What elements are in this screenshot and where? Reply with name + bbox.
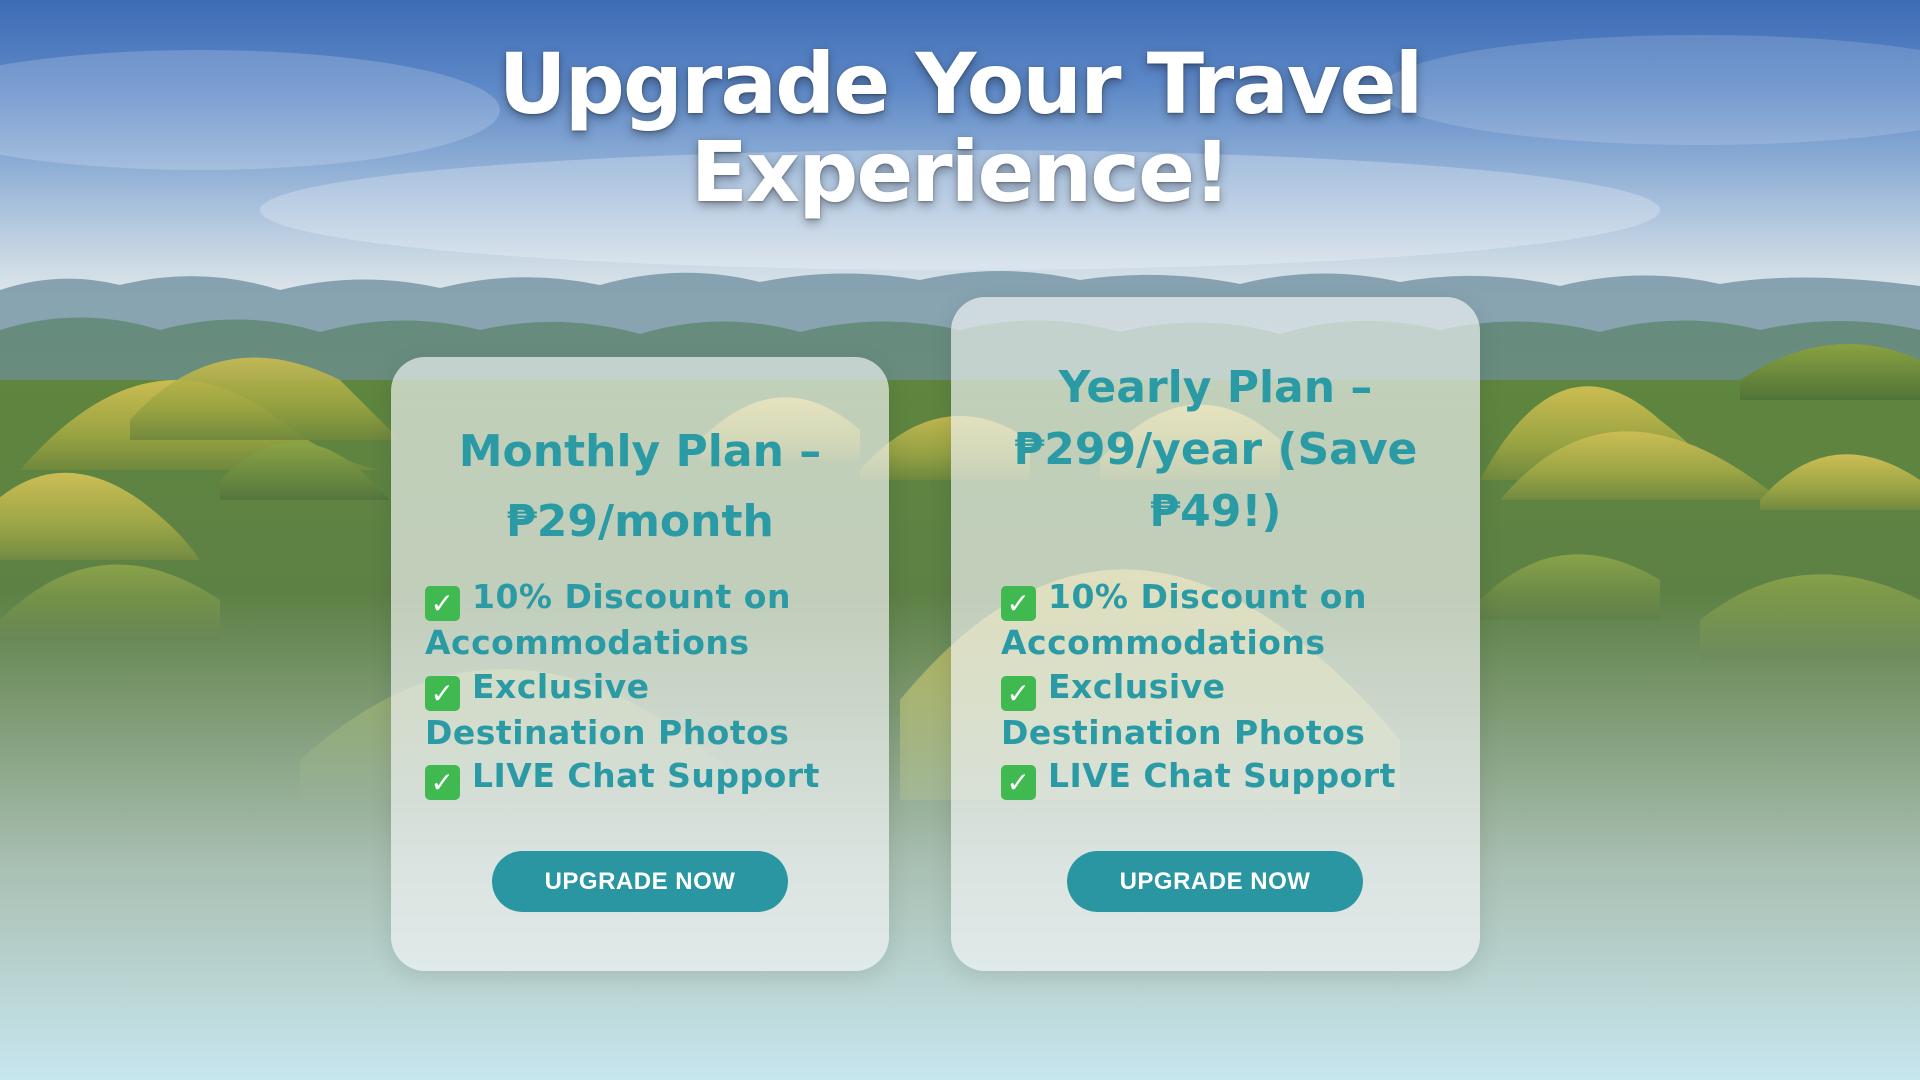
yearly-upgrade-button[interactable]: UPGRADE NOW [1067,851,1363,912]
yearly-plan-title-line1: Yearly Plan – [1058,362,1373,413]
feature-text: Exclusive [1048,666,1226,706]
yearly-plan-card: Yearly Plan – ₱299/year (Save ₱49!) ✓ 10%… [951,297,1480,971]
feature-text: Accommodations [1001,623,1326,662]
feature-text: Accommodations [425,623,750,662]
yearly-plan-price: ₱299/year (Save [1013,424,1418,475]
yearly-plan-savings: ₱49!) [1149,486,1282,537]
check-mark-icon: ✓ [425,765,460,800]
check-mark-icon: ✓ [1001,765,1036,800]
feature-text: LIVE Chat Support [472,756,820,795]
yearly-plan-title: Yearly Plan – ₱299/year (Save ₱49!) [971,357,1460,543]
yearly-plan-features: ✓ 10% Discount on Accommodations ✓ Exclusi… [1001,575,1470,800]
feature-item: ✓ LIVE Chat Support [1001,754,1470,800]
check-mark-icon: ✓ [425,586,460,621]
feature-text: 10% Discount on [1048,577,1367,616]
monthly-plan-price: ₱29/month [506,496,774,547]
monthly-plan-title-line1: Monthly Plan – [458,426,822,477]
feature-text: 10% Discount on [472,577,791,616]
feature-text: LIVE Chat Support [1048,756,1396,795]
check-mark-icon: ✓ [425,675,460,711]
feature-item: ✓ 10% Discount on Accommodations [425,575,879,665]
feature-text: Destination Photos [1001,712,1366,752]
monthly-plan-features: ✓ 10% Discount on Accommodations ✓ Exclusi… [425,575,879,800]
page-title-line1: Upgrade Your Travel [498,35,1424,133]
check-mark-icon: ✓ [1001,675,1036,711]
feature-text: Destination Photos [425,712,790,752]
page-title: Upgrade Your Travel Experience! [0,40,1920,216]
feature-text: Exclusive [472,666,650,706]
page-title-line2: Experience! [690,123,1232,221]
feature-item: ✓ 10% Discount on Accommodations [1001,575,1470,665]
monthly-plan-card: Monthly Plan – ₱29/month ✓ 10% Discount o… [391,357,889,971]
check-mark-icon: ✓ [1001,586,1036,621]
monthly-plan-title: Monthly Plan – ₱29/month [411,417,869,557]
feature-item: ✓ Exclusive Destination Photos [425,665,879,755]
feature-item: ✓ LIVE Chat Support [425,754,879,800]
monthly-upgrade-button[interactable]: UPGRADE NOW [492,851,788,912]
feature-item: ✓ Exclusive Destination Photos [1001,665,1470,755]
